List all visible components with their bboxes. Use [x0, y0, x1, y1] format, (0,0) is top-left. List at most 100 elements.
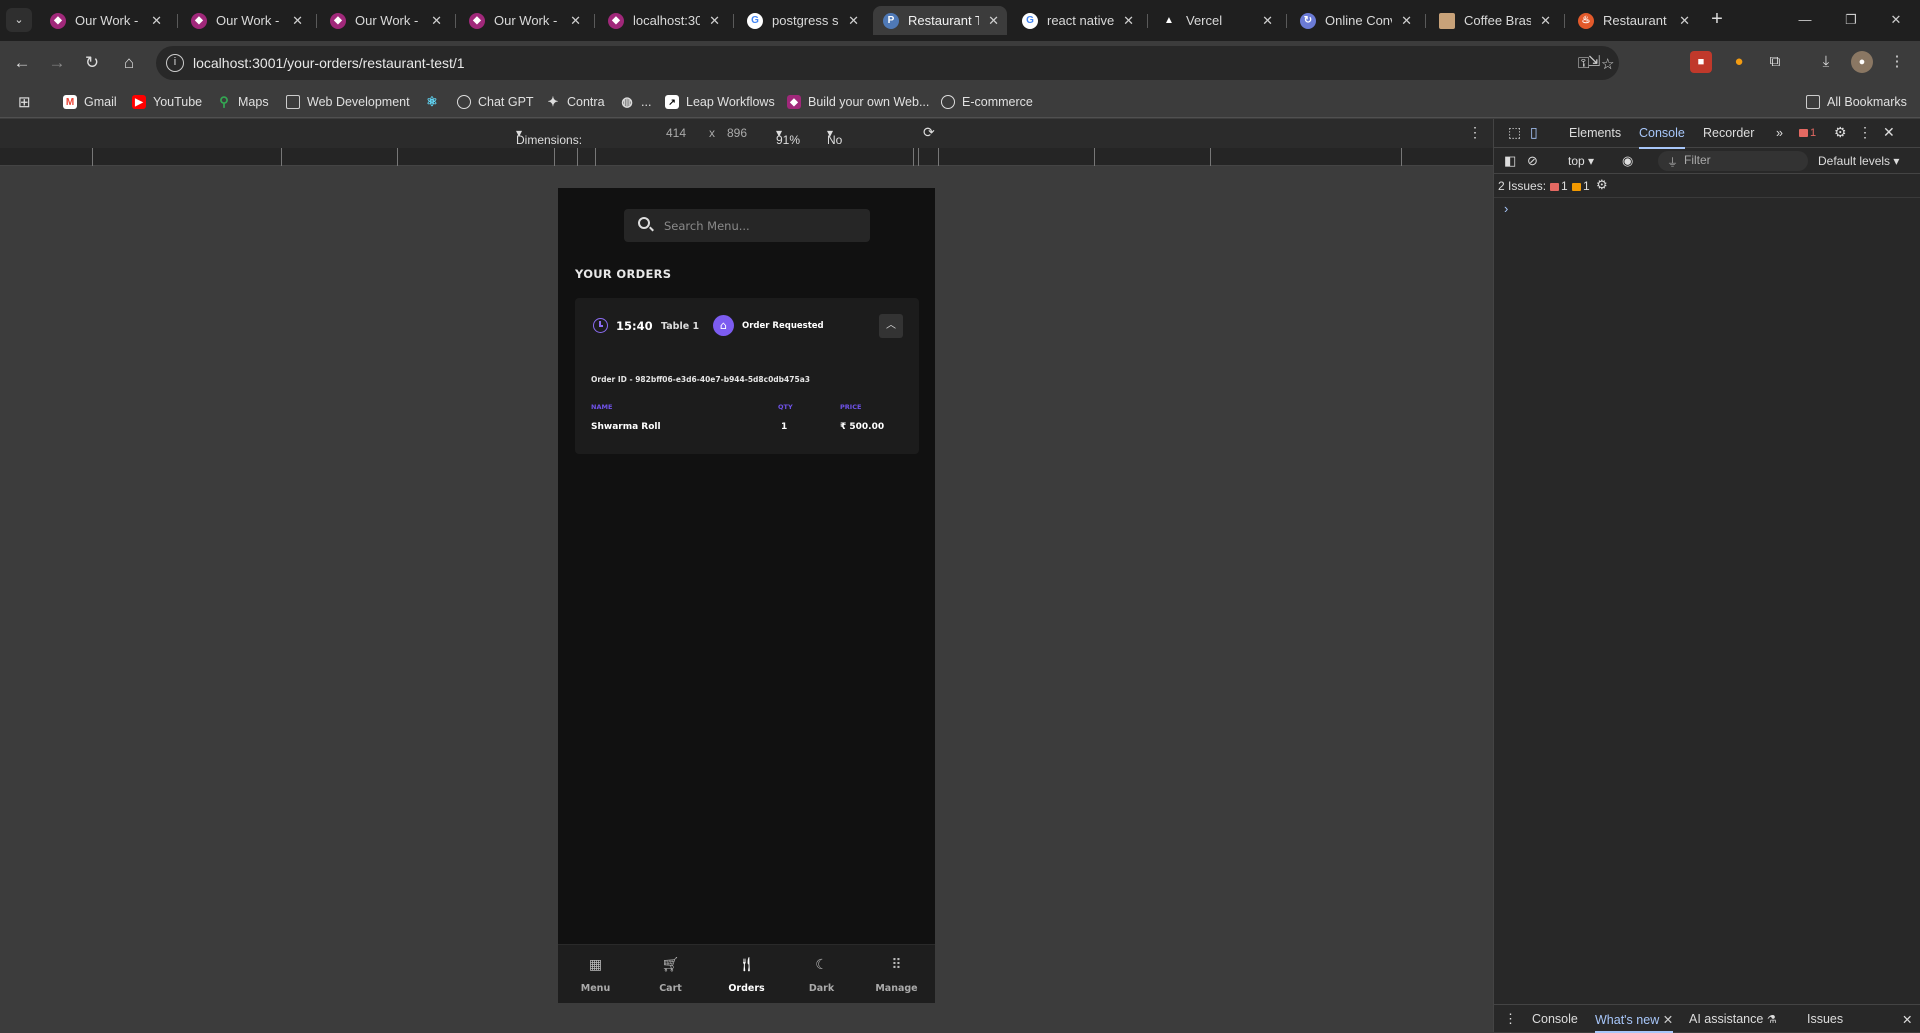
install-app-icon[interactable]: ⇲ — [1583, 51, 1605, 73]
search-bar[interactable] — [624, 209, 870, 242]
device-toggle-icon[interactable]: ▯ — [1530, 124, 1538, 141]
back-icon[interactable]: ← — [8, 49, 36, 77]
url-text[interactable]: localhost:3001/your-orders/restaurant-te… — [193, 55, 465, 71]
issues-warnings-badge[interactable]: 1 — [1572, 179, 1590, 193]
inspect-element-icon[interactable]: ⬚ — [1508, 124, 1521, 141]
settings-gear-icon[interactable]: ⚙ — [1834, 124, 1847, 141]
browser-menu-icon[interactable]: ⋮ — [1886, 51, 1908, 73]
devtools-more-icon[interactable]: ⋮ — [1858, 124, 1872, 141]
rotate-icon[interactable]: ⟳ — [923, 124, 935, 141]
browser-tab[interactable]: ▲ Vercel ✕ — [1151, 6, 1281, 35]
drawer-menu-icon[interactable]: ⋮ — [1504, 1011, 1517, 1027]
bookmark-label: E-commerce — [962, 95, 1033, 109]
console-prompt[interactable]: › — [1504, 201, 1508, 216]
address-bar[interactable]: i localhost:3001/your-orders/restaurant-… — [156, 46, 1619, 80]
browser-tab[interactable]: G postgress sq ✕ — [737, 6, 867, 35]
more-tabs-icon[interactable]: » — [1776, 126, 1783, 140]
downloads-icon[interactable]: ⤓ — [1815, 51, 1837, 73]
extensions-puzzle-icon[interactable]: ⧉ — [1764, 51, 1786, 73]
close-icon[interactable]: ✕ — [1401, 13, 1412, 29]
nav-manage[interactable]: ⠿ Manage — [859, 945, 934, 1003]
device-select[interactable]: Dimensions: iPhone XR ▾ — [516, 126, 582, 161]
drawer-tab-issues[interactable]: Issues — [1807, 1012, 1843, 1026]
drawer-tab-console[interactable]: Console — [1532, 1012, 1578, 1026]
close-icon[interactable]: ✕ — [1123, 13, 1134, 29]
drawer-close-icon[interactable]: ✕ — [1902, 1012, 1912, 1027]
browser-tab[interactable]: ◆ Our Work - S ✕ — [181, 6, 311, 35]
drawer-tab-ai-assistance[interactable]: AI assistance ⚗ — [1689, 1012, 1777, 1026]
reload-icon[interactable]: ↻ — [78, 49, 106, 77]
live-expression-eye-icon[interactable]: ◉ — [1622, 153, 1633, 169]
close-icon[interactable]: ✕ — [1262, 13, 1273, 29]
tab-recorder[interactable]: Recorder — [1703, 126, 1754, 140]
context-select[interactable]: top ▾ — [1568, 154, 1594, 168]
zoom-select[interactable]: 91% ▾ — [776, 126, 800, 147]
log-levels-select[interactable]: Default levels ▾ — [1818, 154, 1899, 168]
minimize-icon[interactable]: — — [1785, 8, 1825, 32]
error-badge[interactable]: 1 — [1799, 127, 1816, 139]
sidebar-toggle-icon[interactable]: ◧ — [1504, 153, 1516, 169]
apps-grid-icon[interactable]: ⊞ — [18, 91, 31, 113]
bookmark-react[interactable]: ⚛ — [425, 91, 439, 113]
bookmark-youtube[interactable]: ▶ YouTube — [132, 91, 202, 113]
tab-search-chevron-icon[interactable]: ⌄ — [6, 8, 32, 32]
collapse-order-button[interactable]: ︿ — [879, 314, 903, 338]
forward-icon[interactable]: → — [43, 49, 71, 77]
height-input[interactable]: 896 — [727, 126, 747, 140]
browser-tab[interactable]: ◆ localhost:300 ✕ — [598, 6, 728, 35]
bookmark-globe[interactable]: ◍ ... — [620, 91, 651, 113]
new-tab-button[interactable]: + — [1705, 8, 1729, 32]
drawer-tab-whats-new[interactable]: What's new ✕ — [1595, 1012, 1674, 1033]
bookmark-gmail[interactable]: M Gmail — [63, 91, 117, 113]
bookmark-folder-web-development[interactable]: Web Development — [286, 91, 410, 113]
close-icon[interactable]: ✕ — [709, 13, 720, 29]
restore-icon[interactable]: ❐ — [1831, 8, 1871, 32]
close-icon[interactable]: ✕ — [1540, 13, 1551, 29]
issues-errors-badge[interactable]: 1 — [1550, 179, 1568, 193]
console-settings-gear-icon[interactable]: ⚙ — [1596, 177, 1608, 193]
extension-icon[interactable]: ● — [1728, 51, 1750, 73]
nav-menu[interactable]: ▦ Menu — [558, 945, 633, 1003]
width-input[interactable]: 414 — [666, 126, 686, 140]
profile-avatar[interactable]: ● — [1851, 51, 1873, 73]
close-icon[interactable]: ✕ — [1663, 1013, 1673, 1027]
window-close-icon[interactable]: ✕ — [1876, 8, 1916, 32]
all-bookmarks[interactable]: All Bookmarks — [1806, 91, 1907, 113]
nav-orders[interactable]: 🍴︎ Orders — [709, 945, 784, 1003]
browser-tab[interactable]: ◆ Our Work - S ✕ — [459, 6, 589, 35]
throttling-select[interactable]: No throttling ▾ — [827, 126, 873, 161]
close-icon[interactable]: ✕ — [570, 13, 581, 29]
close-icon[interactable]: ✕ — [848, 13, 859, 29]
close-icon[interactable]: ✕ — [292, 13, 303, 29]
filter-input[interactable]: ⏚ Filter — [1658, 151, 1808, 171]
close-icon[interactable]: ✕ — [1679, 13, 1690, 29]
nav-dark-mode[interactable]: ☾ Dark — [784, 945, 859, 1003]
home-icon[interactable]: ⌂ — [115, 49, 143, 77]
browser-tab[interactable]: ↻ Online Conv ✕ — [1290, 6, 1420, 35]
clear-console-icon[interactable]: ⊘ — [1527, 153, 1538, 169]
extension-icon[interactable]: ■ — [1690, 51, 1712, 73]
devtools-close-icon[interactable]: ✕ — [1883, 124, 1895, 141]
close-icon[interactable]: ✕ — [988, 13, 999, 29]
bookmark-ecommerce[interactable]: E-commerce — [941, 91, 1033, 113]
tab-console[interactable]: Console — [1639, 126, 1685, 149]
browser-tab-active[interactable]: P Restaurant T ✕ — [873, 6, 1007, 35]
search-input[interactable] — [664, 217, 854, 235]
nav-cart[interactable]: 🛒︎ Cart — [633, 945, 708, 1003]
close-icon[interactable]: ✕ — [431, 13, 442, 29]
bookmark-build-your-own-web[interactable]: ◆ Build your own Web... — [787, 91, 929, 113]
browser-tab[interactable]: G react native ✕ — [1012, 6, 1142, 35]
browser-tab[interactable]: ◆ Our Work - S ✕ — [40, 6, 170, 35]
close-icon[interactable]: ✕ — [151, 13, 162, 29]
bookmark-maps[interactable]: ⚲ Maps — [217, 91, 268, 113]
device-more-icon[interactable]: ⋮ — [1468, 124, 1482, 141]
brand-logo-icon: ◆ — [469, 12, 485, 29]
bookmark-chatgpt[interactable]: Chat GPT — [457, 91, 534, 113]
bookmark-leap-workflows[interactable]: ↗ Leap Workflows — [665, 91, 775, 113]
bookmark-contra[interactable]: ✦ Contra — [546, 91, 605, 113]
tab-elements[interactable]: Elements — [1569, 126, 1621, 140]
browser-tab[interactable]: ◆ Our Work - S ✕ — [320, 6, 450, 35]
browser-tab[interactable]: Coffee Brass ✕ — [1429, 6, 1559, 35]
browser-tab[interactable]: ♨ Restaurant D ✕ — [1568, 6, 1698, 35]
site-info-icon[interactable]: i — [166, 54, 184, 72]
